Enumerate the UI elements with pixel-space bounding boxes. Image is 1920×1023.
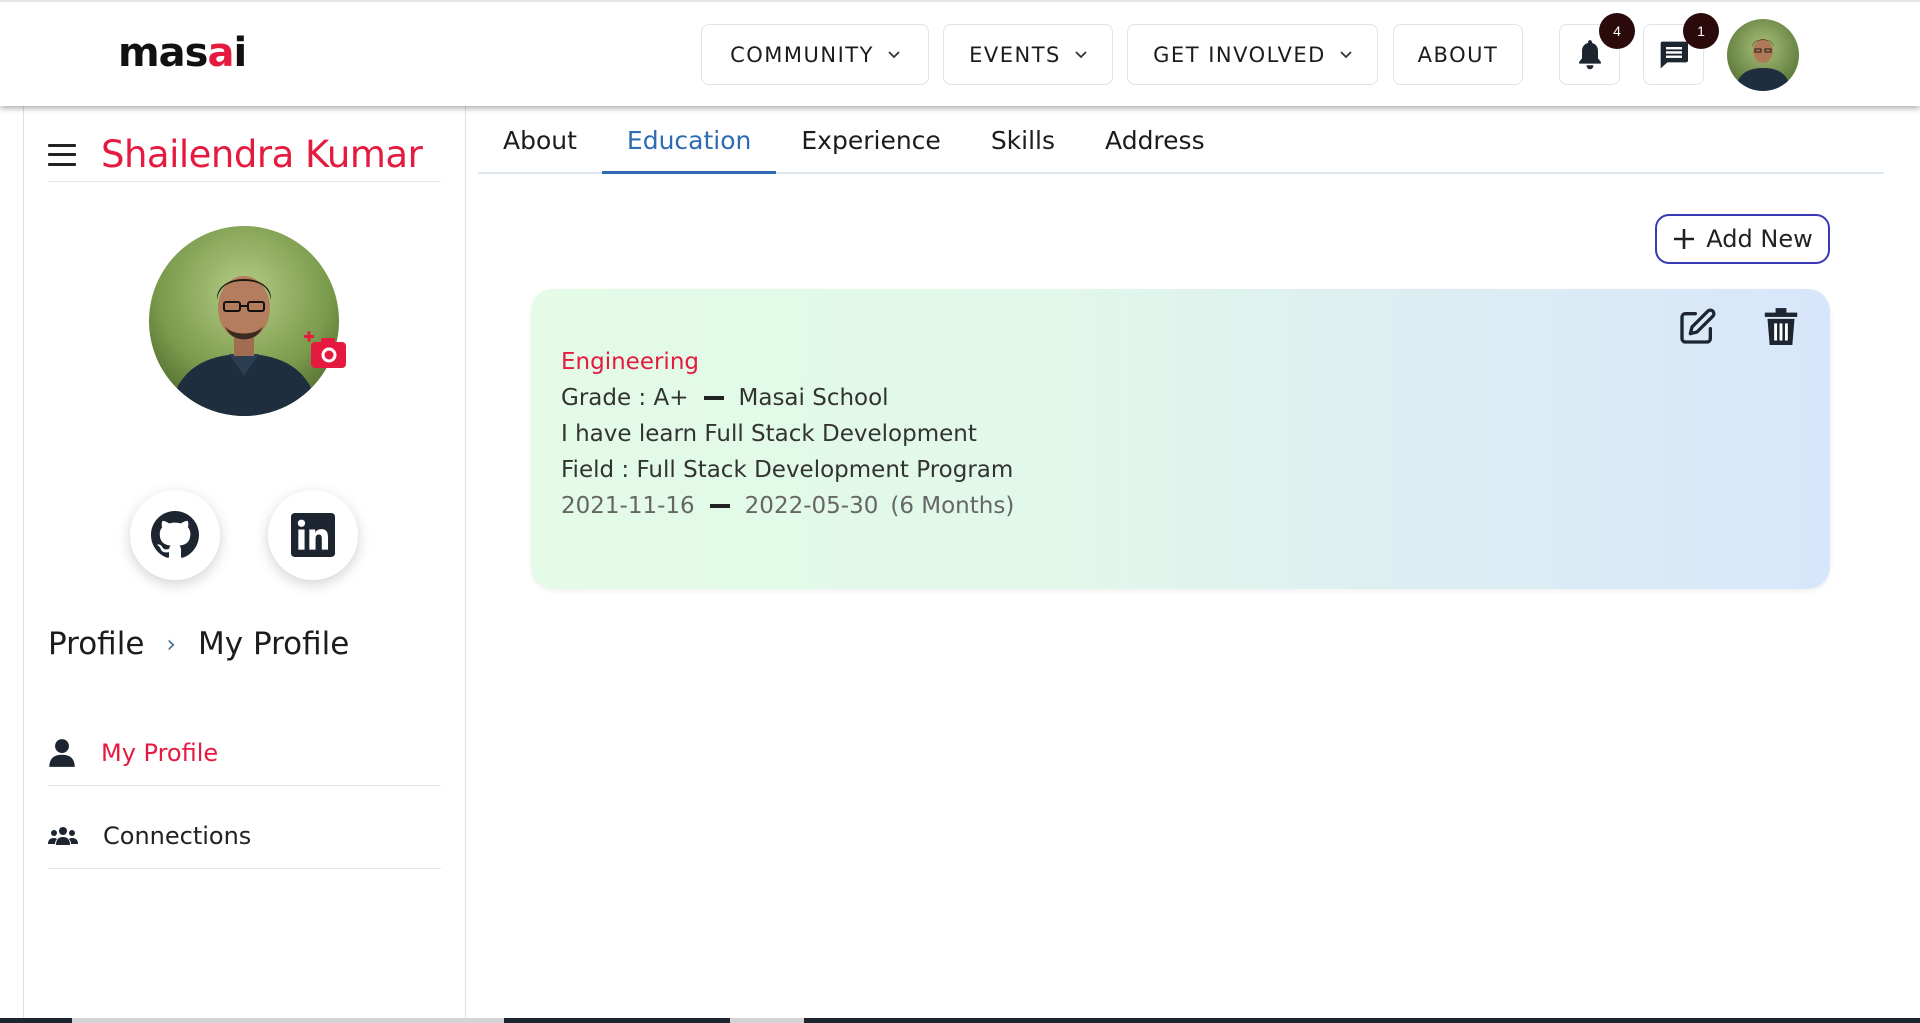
person-icon xyxy=(49,738,75,767)
breadcrumb-profile[interactable]: Profile xyxy=(48,626,144,662)
profile-photo xyxy=(149,226,339,416)
sidebar-header: Shailendra Kumar xyxy=(48,128,441,182)
education-end-date: 2022-05-30 xyxy=(744,493,879,519)
github-button[interactable] xyxy=(130,490,220,580)
profile-sidebar: Shailendra Kumar Profile › My Profile My… xyxy=(23,106,466,1023)
nav-community-button[interactable]: COMMUNITY xyxy=(701,24,929,85)
hamburger-menu-icon[interactable] xyxy=(48,143,76,166)
plus-icon xyxy=(1672,227,1696,251)
page-bottom-border xyxy=(0,1018,1920,1023)
chevron-right-icon: › xyxy=(166,630,176,658)
education-school: Masai School xyxy=(738,385,889,411)
breadcrumb-my-profile: My Profile xyxy=(198,626,350,662)
nav-events-label: EVENTS xyxy=(969,42,1061,67)
chevron-down-icon xyxy=(888,50,900,59)
sidebar-item-my-profile[interactable]: My Profile xyxy=(48,720,441,786)
top-navbar: masai COMMUNITY EVENTS GET INVOLVED ABOU… xyxy=(0,0,1920,106)
education-grade: Grade : A+ xyxy=(561,385,689,411)
masai-logo[interactable]: masai xyxy=(118,30,247,76)
people-icon xyxy=(48,826,78,845)
profile-tabs: About Education Experience Skills Addres… xyxy=(478,108,1884,174)
user-name: Shailendra Kumar xyxy=(101,133,423,176)
add-new-label: Add New xyxy=(1706,225,1813,253)
add-photo-camera-icon[interactable] xyxy=(304,331,348,371)
messages-badge: 1 xyxy=(1683,13,1719,49)
nav-about-button[interactable]: ABOUT xyxy=(1393,24,1523,85)
dash-separator xyxy=(703,396,724,400)
nav-about-label: ABOUT xyxy=(1417,42,1499,67)
bell-icon xyxy=(1578,39,1601,69)
education-details: Engineering Grade : A+ Masai School I ha… xyxy=(561,344,1014,524)
education-field: Field : Full Stack Development Program xyxy=(561,457,1014,483)
tab-address[interactable]: Address xyxy=(1080,108,1230,172)
breadcrumb: Profile › My Profile xyxy=(48,626,349,662)
notifications-badge: 4 xyxy=(1599,13,1635,49)
user-avatar[interactable] xyxy=(1727,19,1799,91)
notifications-button[interactable]: 4 xyxy=(1559,13,1635,85)
add-new-button[interactable]: Add New xyxy=(1655,214,1830,264)
trash-icon[interactable] xyxy=(1763,307,1799,347)
linkedin-button[interactable] xyxy=(268,490,358,580)
nav-events-button[interactable]: EVENTS xyxy=(943,24,1113,85)
sidebar-item-label: My Profile xyxy=(101,738,219,767)
tab-experience[interactable]: Experience xyxy=(776,108,965,172)
tab-skills[interactable]: Skills xyxy=(966,108,1080,172)
education-degree: Engineering xyxy=(561,349,699,375)
nav-get-involved-label: GET INVOLVED xyxy=(1153,42,1326,67)
education-start-date: 2021-11-16 xyxy=(561,493,695,519)
nav-get-involved-button[interactable]: GET INVOLVED xyxy=(1127,24,1378,85)
github-icon xyxy=(151,511,199,558)
education-description: I have learn Full Stack Development xyxy=(561,421,977,447)
education-card: Engineering Grade : A+ Masai School I ha… xyxy=(531,289,1830,589)
sidebar-item-label: Connections xyxy=(103,821,252,850)
education-duration: (6 Months) xyxy=(890,493,1015,519)
linkedin-icon xyxy=(291,513,335,557)
tab-about[interactable]: About xyxy=(478,108,602,172)
sidebar-item-connections[interactable]: Connections xyxy=(48,803,441,869)
chat-icon xyxy=(1660,41,1688,68)
dash-separator xyxy=(709,504,730,508)
chevron-down-icon xyxy=(1340,50,1352,59)
edit-icon[interactable] xyxy=(1677,307,1717,347)
nav-community-label: COMMUNITY xyxy=(730,42,874,67)
chevron-down-icon xyxy=(1075,50,1087,59)
messages-button[interactable]: 1 xyxy=(1643,13,1719,85)
tab-education[interactable]: Education xyxy=(601,108,777,174)
